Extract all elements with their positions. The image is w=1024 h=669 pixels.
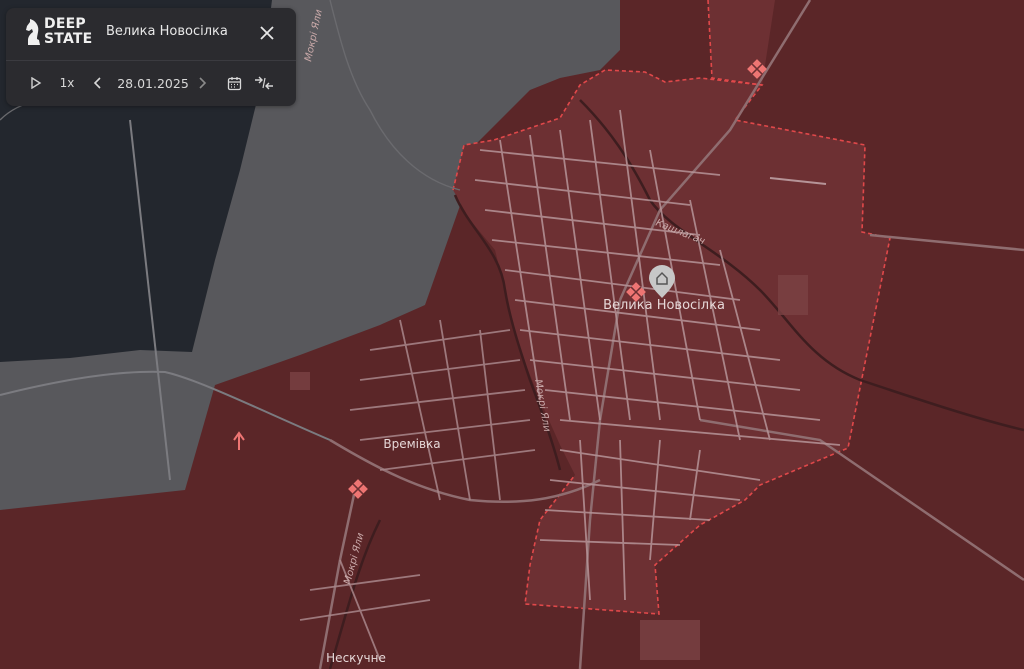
chevron-right-icon [199, 77, 207, 89]
panel-header: DEEP STATE Велика Новосілка [6, 8, 296, 61]
compare-button[interactable] [252, 72, 276, 94]
compare-arrows-icon [255, 76, 273, 90]
previous-date-button[interactable] [90, 72, 106, 94]
close-icon [260, 26, 274, 40]
next-date-button[interactable] [194, 72, 210, 94]
control-panel: DEEP STATE Велика Новосілка 1x 28.01.202… [6, 8, 296, 106]
chevron-left-icon [93, 77, 101, 89]
place-label-main[interactable]: Велика Новосілка [603, 298, 725, 313]
place-label-west[interactable]: Времівка [383, 437, 440, 451]
current-date[interactable]: 28.01.2025 [112, 72, 194, 94]
close-button[interactable] [256, 22, 278, 44]
play-button[interactable] [26, 72, 46, 94]
calendar-button[interactable] [224, 72, 244, 94]
deepstate-logo[interactable]: DEEP STATE [24, 17, 94, 53]
logo-line-2: STATE [44, 31, 93, 47]
speed-button[interactable]: 1x [56, 72, 78, 94]
location-title: Велика Новосілка [106, 24, 228, 39]
play-icon [31, 77, 42, 89]
calendar-icon [227, 76, 241, 90]
chess-knight-icon [26, 19, 40, 45]
logo-text: DEEP STATE [44, 17, 92, 47]
timeline-controls: 1x 28.01.2025 [6, 68, 296, 98]
logo-line-1: DEEP [44, 16, 86, 32]
place-label-south[interactable]: Нескучне [326, 651, 386, 665]
